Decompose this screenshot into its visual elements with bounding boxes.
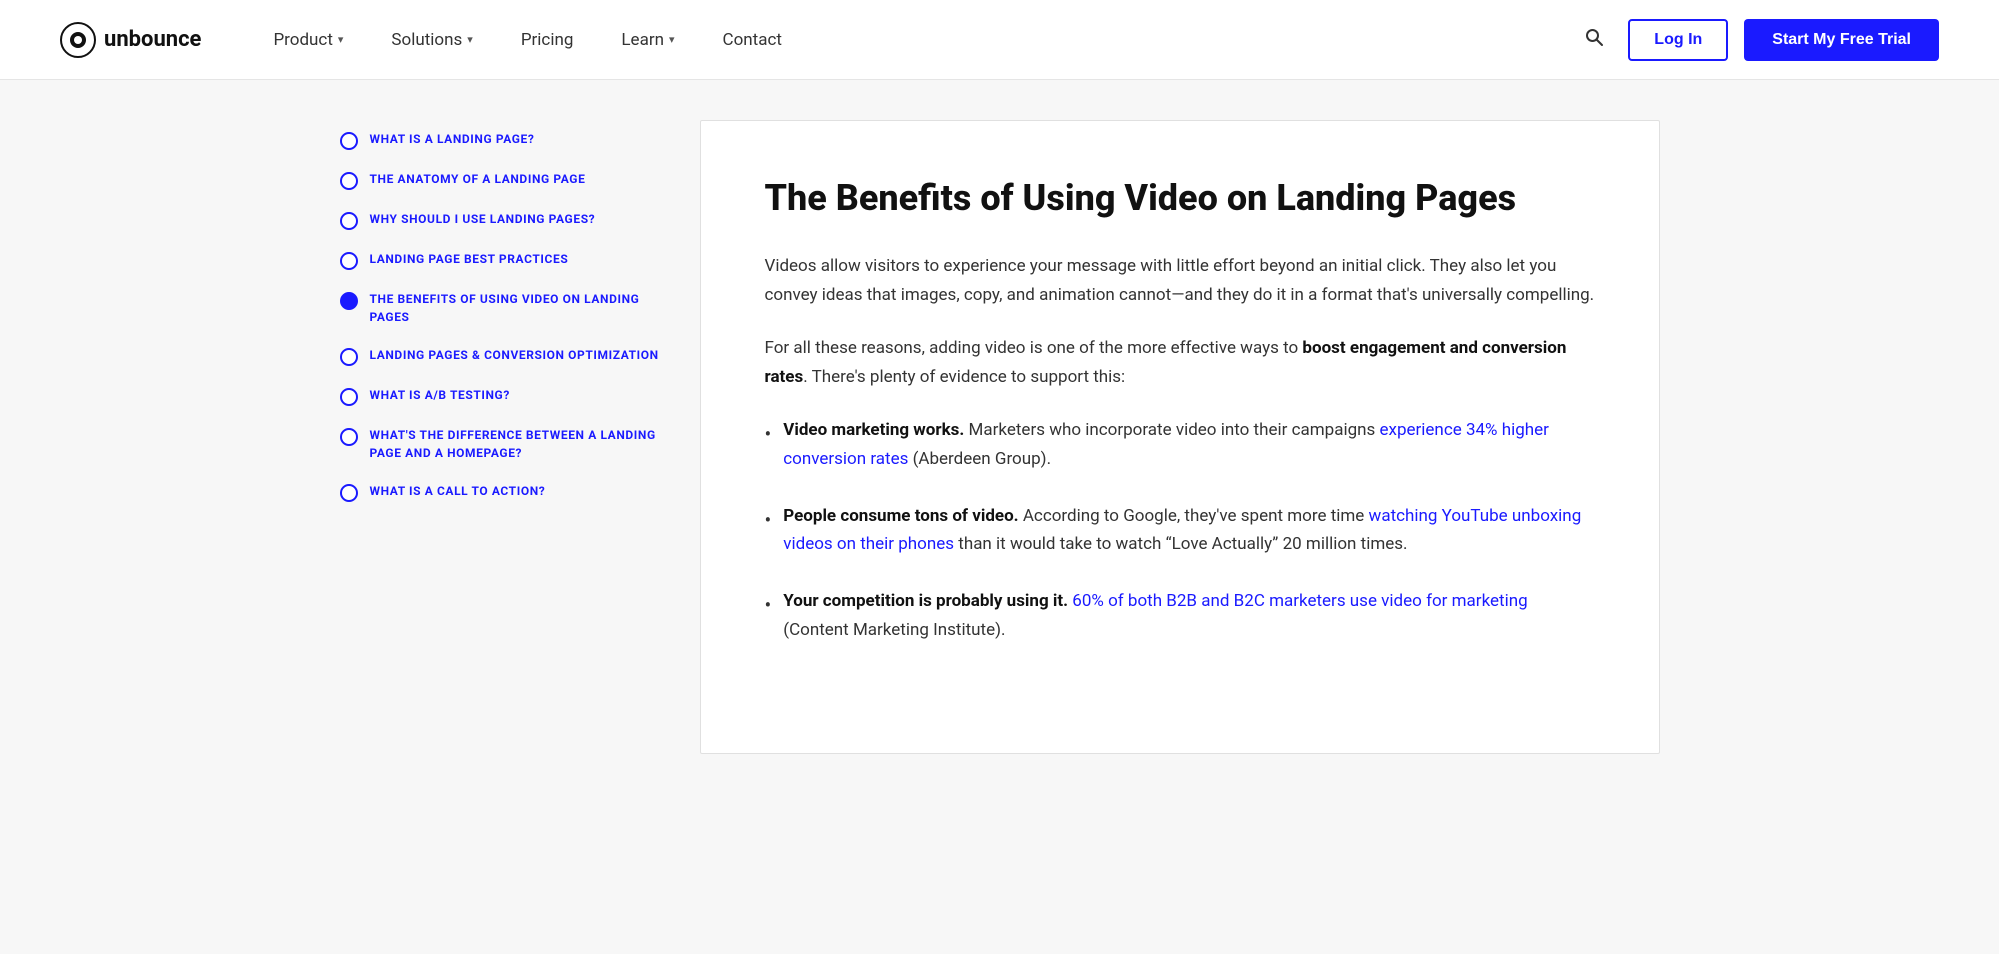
bullet-list: Video marketing works. Marketers who inc… — [765, 416, 1595, 645]
sidebar-dot-4-active — [340, 292, 358, 310]
login-button[interactable]: Log In — [1628, 19, 1728, 61]
product-chevron-icon: ▾ — [338, 33, 344, 46]
sidebar-item-7[interactable]: What's the difference between a landing … — [340, 416, 660, 472]
sidebar-item-6[interactable]: What is A/B testing? — [340, 376, 660, 416]
bullet-1-text-after: than it would take to watch “Love Actual… — [954, 534, 1407, 554]
search-button[interactable] — [1576, 19, 1612, 60]
search-icon — [1584, 27, 1604, 47]
nav-contact[interactable]: Contact — [699, 0, 806, 80]
sidebar-dot-1 — [340, 172, 358, 190]
article-title: The Benefits of Using Video on Landing P… — [765, 177, 1595, 220]
bullet-1-bold: People consume tons of video. — [783, 506, 1018, 526]
bullet-item-2: Your competition is probably using it. 6… — [765, 587, 1595, 645]
sidebar-item-1[interactable]: The anatomy of a landing page — [340, 160, 660, 200]
solutions-chevron-icon: ▾ — [467, 33, 473, 46]
bullet-0-text-before: Marketers who incorporate video into the… — [964, 420, 1379, 440]
sidebar-item-3[interactable]: Landing page best practices — [340, 240, 660, 280]
trial-button[interactable]: Start My Free Trial — [1744, 19, 1939, 61]
article-intro-p2: For all these reasons, adding video is o… — [765, 334, 1595, 392]
main-nav: Product ▾ Solutions ▾ Pricing Learn ▾ Co… — [249, 0, 1576, 80]
learn-chevron-icon: ▾ — [669, 33, 675, 46]
sidebar-dot-8 — [340, 484, 358, 502]
logo-text: unbounce — [104, 27, 201, 52]
bullet-0-text-after: (Aberdeen Group). — [908, 449, 1051, 469]
sidebar-dot-6 — [340, 388, 358, 406]
main-content: The Benefits of Using Video on Landing P… — [700, 120, 1660, 754]
sidebar-item-5[interactable]: Landing pages & conversion optimization — [340, 336, 660, 376]
page-container: What is a landing page? The anatomy of a… — [300, 120, 1700, 754]
bullet-1-text-before: According to Google, they've spent more … — [1019, 506, 1369, 526]
sidebar-dot-2 — [340, 212, 358, 230]
nav-learn[interactable]: Learn ▾ — [597, 0, 698, 80]
sidebar-dot-7 — [340, 428, 358, 446]
sidebar-item-4[interactable]: The benefits of using video on landing p… — [340, 280, 660, 336]
nav-solutions[interactable]: Solutions ▾ — [367, 0, 496, 80]
sidebar-item-2[interactable]: Why should I use landing pages? — [340, 200, 660, 240]
sidebar-dot-5 — [340, 348, 358, 366]
bullet-item-1: People consume tons of video. According … — [765, 502, 1595, 560]
sidebar-item-8[interactable]: What is a call to action? — [340, 472, 660, 512]
bullet-item-0: Video marketing works. Marketers who inc… — [765, 416, 1595, 474]
article-body: Videos allow visitors to experience your… — [765, 252, 1595, 645]
nav-pricing[interactable]: Pricing — [497, 0, 598, 80]
sidebar-dot-0 — [340, 132, 358, 150]
header-actions: Log In Start My Free Trial — [1576, 19, 1939, 61]
bullet-2-bold: Your competition is probably using it. — [783, 591, 1068, 611]
sidebar-item-0[interactable]: What is a landing page? — [340, 120, 660, 160]
bullet-0-bold: Video marketing works. — [783, 420, 964, 440]
sidebar: What is a landing page? The anatomy of a… — [340, 120, 660, 754]
article-intro-p1: Videos allow visitors to experience your… — [765, 252, 1595, 310]
bullet-2-text-after: (Content Marketing Institute). — [783, 620, 1005, 640]
site-header: unbounce Product ▾ Solutions ▾ Pricing L… — [0, 0, 1999, 80]
logo-icon — [60, 22, 96, 58]
nav-product[interactable]: Product ▾ — [249, 0, 367, 80]
bullet-2-link[interactable]: 60% of both B2B and B2C marketers use vi… — [1072, 591, 1527, 611]
logo[interactable]: unbounce — [60, 22, 201, 58]
sidebar-dot-3 — [340, 252, 358, 270]
